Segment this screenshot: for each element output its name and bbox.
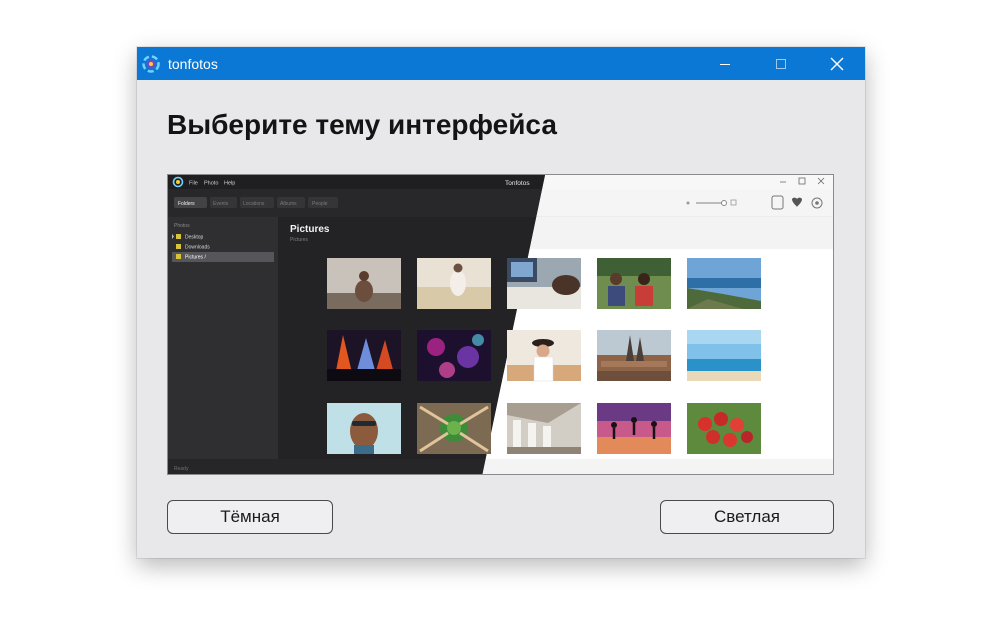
preview-tab-folders: Folders [178,201,195,207]
photo-thumbnail [687,330,761,381]
photo-thumbnail [507,258,581,309]
photo-thumbnail [327,403,401,454]
page-title: Выберите тему интерфейса [167,109,557,140]
close-button[interactable] [809,47,865,80]
preview-folder-pictures: Pictures / [185,255,206,261]
photo-thumbnail [687,403,761,454]
photo-thumbnail [687,258,761,309]
preview-menu-file: File [189,181,198,187]
window-title: tonfotos [168,55,218,72]
photo-thumbnail [597,403,671,454]
light-theme-button[interactable]: Светлая [660,500,834,534]
preview-photo-grid [327,258,761,454]
theme-preview-image: File Photo Help Tonfotos Folders Events … [167,174,834,475]
preview-tab-events: Events [213,201,229,207]
maximize-button[interactable] [753,47,809,80]
photo-thumbnail [597,258,671,309]
preview-tab-albums: Albums [280,201,297,207]
photo-thumbnail [327,258,401,309]
theme-dialog-window: tonfotos Выберите тему интерфейса File P… [137,47,865,558]
tonfotos-logo-icon [142,54,160,73]
preview-tab-locations: Locations [243,201,265,207]
title-bar[interactable]: tonfotos [137,47,865,80]
close-icon [830,57,844,70]
preview-menu-help: Help [224,181,235,187]
dark-theme-button[interactable]: Тёмная [167,500,333,534]
preview-menu-photo: Photo [204,181,218,187]
preview-app-name: Tonfotos [505,180,530,187]
preview-folder-desktop: Desktop [185,235,204,241]
preview-status: Ready [174,466,189,472]
preview-tab-people: People [312,201,328,207]
preview-sidebar-header: Photos [174,223,190,229]
preview-folder-downloads: Downloads [185,245,210,251]
photo-thumbnail [417,258,491,309]
photo-thumbnail [417,403,491,454]
photo-thumbnail [507,330,581,382]
maximize-icon [776,58,786,69]
minimize-button[interactable] [697,47,753,80]
minimize-icon [720,63,730,65]
preview-content-subtitle: Pictures [290,237,309,243]
photo-thumbnail [597,330,671,381]
preview-content-title: Pictures [290,224,330,235]
photo-thumbnail [327,330,401,381]
photo-thumbnail [417,330,491,381]
photo-thumbnail [507,403,581,454]
